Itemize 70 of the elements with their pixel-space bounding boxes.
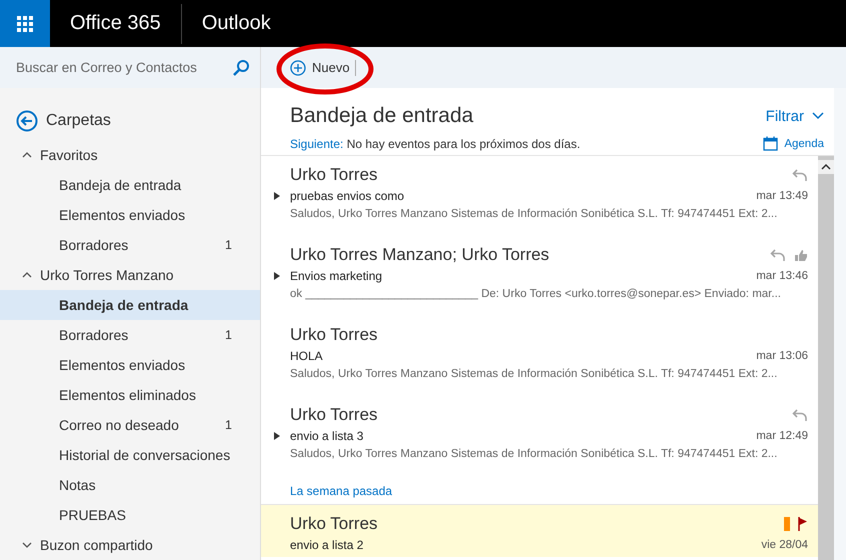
chevron-up-icon	[22, 151, 32, 159]
message-subject: Envios marketing	[290, 269, 384, 283]
agenda-button[interactable]: Agenda	[763, 136, 824, 151]
reply-icon[interactable]	[792, 168, 808, 182]
message-preview: Saludos, Urko Torres Manzano Sistemas de Información Sonibética S.L. Tf: 947474451 Ext: 2...	[290, 208, 778, 220]
grid-icon	[16, 14, 34, 32]
folder-item[interactable]: Borradores 1	[0, 320, 260, 350]
folder-item[interactable]: Historial de conversaciones	[0, 440, 260, 470]
suite-title: Office 365	[70, 12, 161, 35]
folder-group[interactable]: Favoritos	[0, 140, 260, 170]
scrollbar[interactable]	[818, 156, 834, 560]
message-subject: HOLA	[290, 349, 324, 363]
message-time: mar 13:49	[756, 190, 808, 202]
search-field[interactable]: Buscar en Correo y Contactos	[16, 60, 226, 75]
folder-item[interactable]: Bandeja de entrada	[0, 170, 260, 200]
plus-icon	[290, 60, 306, 76]
expand-arrow-icon[interactable]	[274, 272, 280, 280]
unread-count: 1	[225, 238, 232, 252]
message-sender: Urko Torres	[290, 514, 378, 534]
message-preview: Saludos, Urko Torres Manzano Sistemas de Información Sonibética S.L. Tf: 947474451 Ext: 2...	[290, 448, 778, 460]
folder-group[interactable]: Urko Torres Manzano	[0, 260, 260, 290]
expand-arrow-icon[interactable]	[274, 432, 280, 440]
folder-item[interactable]: Elementos enviados	[0, 200, 260, 230]
message-sender: Urko Torres	[290, 405, 378, 425]
reply-icon[interactable]	[792, 408, 808, 422]
scroll-up-icon[interactable]	[818, 160, 834, 174]
message-time: mar 12:49	[756, 430, 808, 442]
new-button[interactable]: Nuevo	[290, 60, 350, 76]
message-time: mar 13:06	[756, 350, 808, 362]
message-item[interactable]: Urko Torres pruebas envios como mar 13:49 Saludos, Urko Torres Manzano Sistemas de Información Sonibética S.L. Tf: 947474451 Ext: 2...	[261, 156, 818, 236]
filter-button[interactable]: Filtrar	[766, 108, 824, 124]
folder-item[interactable]: Borradores 1	[0, 230, 260, 260]
reply-icon[interactable]	[770, 248, 786, 262]
message-subject: pruebas envios como	[290, 189, 406, 203]
message-time: mar 13:46	[756, 270, 808, 282]
folder-item[interactable]: Bandeja de entrada	[0, 290, 260, 320]
folders-heading: Carpetas	[46, 112, 111, 130]
folder-item[interactable]: Notas	[0, 470, 260, 500]
unread-count: 1	[225, 418, 232, 432]
message-sender: Urko Torres Manzano; Urko Torres	[290, 245, 550, 265]
expand-arrow-icon[interactable]	[274, 192, 280, 200]
message-sender: Urko Torres	[290, 165, 378, 185]
flag-icon[interactable]	[798, 517, 808, 531]
message-item[interactable]: Urko Torres envio a lista 2 vie 28/04	[261, 505, 818, 557]
chevron-up-icon	[22, 271, 32, 279]
folder-group[interactable]: Buzon compartido	[0, 530, 260, 560]
folder-item[interactable]: PRUEBAS	[0, 500, 260, 530]
calendar-icon	[763, 136, 778, 151]
search-field-box[interactable]: Buscar en Correo y Contactos	[0, 47, 260, 88]
folder-title: Bandeja de entrada	[290, 104, 474, 128]
message-preview: ok ___________________________ De: Urko Torres <urko.torres@sonepar.es> Enviado: mar...	[290, 288, 782, 300]
message-subject: envio a lista 3	[290, 429, 364, 443]
chevron-down-icon	[812, 112, 824, 120]
folder-item[interactable]: Correo no deseado 1	[0, 410, 260, 440]
unread-count: 1	[225, 328, 232, 342]
chevron-down-icon	[22, 541, 32, 549]
message-item[interactable]: Urko Torres envio a lista 3 mar 12:49 Saludos, Urko Torres Manzano Sistemas de Información Sonibética S.L. Tf: 947474451 Ext: 2...	[261, 396, 818, 476]
app-launcher-button[interactable]	[0, 0, 50, 47]
message-item[interactable]: Urko Torres HOLA mar 13:06 Saludos, Urko Torres Manzano Sistemas de Información Sonibética S.L. Tf: 947474451 Ext: 2...	[261, 316, 818, 396]
search-icon[interactable]	[232, 58, 250, 76]
folder-item[interactable]: Elementos enviados	[0, 350, 260, 380]
folder-item[interactable]: Elementos eliminados	[0, 380, 260, 410]
message-subject: envio a lista 2	[290, 538, 364, 552]
thumbs-up-icon[interactable]	[794, 248, 808, 262]
message-sender: Urko Torres	[290, 325, 378, 345]
message-time: vie 28/04	[761, 539, 808, 551]
message-item[interactable]: Urko Torres Manzano; Urko Torres Envios marketing mar 13:46 ok ___________________________ De: Urko Torres <urko.torres@sonepar.es> Enviado: mar...	[261, 236, 818, 316]
message-preview: Saludos, Urko Torres Manzano Sistemas de Información Sonibética S.L. Tf: 947474451 Ext: 2...	[290, 368, 778, 380]
app-title: Outlook	[202, 12, 271, 35]
next-events-text: Siguiente: No hay eventos para los próximos dos días.	[290, 136, 580, 150]
